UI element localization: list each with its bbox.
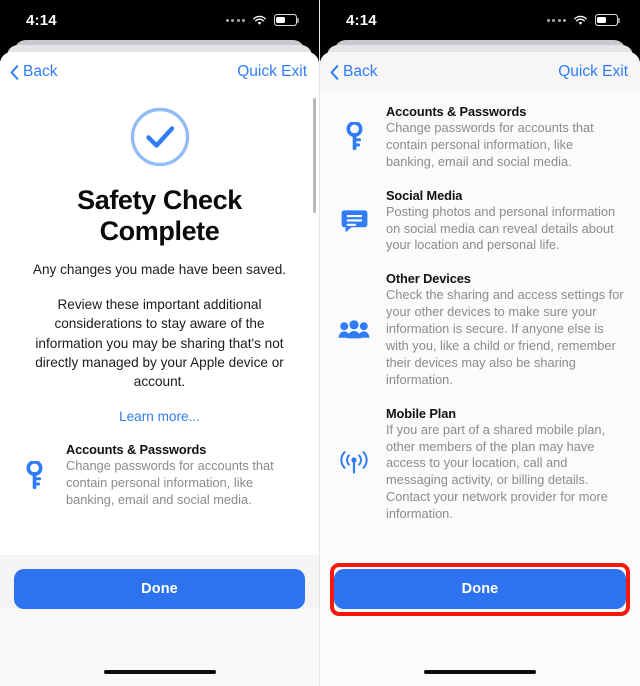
list-item-body: Posting photos and personal information … [386,203,616,253]
right-phone-panel: 4:14 Back Quick Exit Accounts & Password… [320,0,640,686]
chevron-left-icon [10,64,19,80]
key-icon [334,122,374,152]
subtitle-text: Any changes you made have been saved. [32,261,287,277]
done-button[interactable]: Done [14,569,305,609]
left-footer: Done [0,555,319,609]
back-button[interactable]: Back [10,63,57,81]
home-indicator[interactable] [103,669,216,674]
list-item-heading: Accounts & Passwords [66,442,207,458]
battery-icon [274,14,300,26]
list-item-text: Mobile Plan If you are part of a shared … [386,406,624,523]
list-item: Social Media Posting photos and personal… [334,188,624,255]
left-sheet: Back Quick Exit Safety Check Complete An… [0,52,319,686]
list-item-text: Accounts & Passwords Change passwords fo… [66,442,303,509]
page-title: Safety Check Complete [77,185,242,247]
battery-icon [595,14,621,26]
left-hero: Safety Check Complete Any changes you ma… [0,92,319,442]
list-item-body: If you are part of a shared mobile plan,… [386,421,608,522]
back-button[interactable]: Back [330,63,377,81]
back-label: Back [23,63,58,80]
left-info-list: Accounts & Passwords Change passwords fo… [0,442,319,509]
nav-bar-left: Back Quick Exit [0,52,319,92]
key-icon [14,460,54,491]
list-item: Accounts & Passwords Change passwords fo… [14,442,303,509]
home-indicator[interactable] [424,669,536,674]
signal-dots-icon [546,18,566,22]
scrollbar-indicator[interactable] [313,98,316,213]
quick-exit-button[interactable]: Quick Exit [237,63,307,81]
list-item-text: Social Media Posting photos and personal… [386,188,624,255]
screenshot-stage: 4:14 Back Quick Exit Safety Check Comple… [0,0,640,686]
wifi-icon [574,15,587,25]
status-indicators [225,14,300,26]
people-group-icon [334,320,374,340]
status-time: 4:14 [346,11,377,29]
broadcast-antenna-icon [334,451,374,477]
right-scroll-area[interactable]: Accounts & Passwords Change passwords fo… [320,92,640,555]
home-indicator-area-right [320,609,640,686]
list-item-heading: Accounts & Passwords [386,104,527,119]
list-item: Accounts & Passwords Change passwords fo… [334,104,624,171]
signal-dots-icon [225,18,245,22]
status-indicators [546,14,621,26]
quick-exit-button[interactable]: Quick Exit [558,63,628,81]
back-label: Back [343,63,378,80]
right-info-list: Accounts & Passwords Change passwords fo… [320,92,640,523]
list-item: Other Devices Check the sharing and acce… [334,271,624,388]
list-item-text: Accounts & Passwords Change passwords fo… [386,104,624,171]
home-indicator-area-left [0,609,319,686]
status-time: 4:14 [26,11,57,29]
status-bar-left: 4:14 [0,0,319,40]
list-item-body: Change passwords for accounts that conta… [66,458,274,508]
status-bar-right: 4:14 [320,0,640,40]
list-item-body: Change passwords for accounts that conta… [386,120,594,169]
check-circle-icon [130,107,189,167]
list-item-heading: Social Media [386,187,463,203]
learn-more-link[interactable]: Learn more... [119,409,200,424]
right-footer: Done [320,555,640,609]
done-button[interactable]: Done [334,569,626,609]
chevron-left-icon [330,64,339,80]
message-bubble-icon [334,209,374,234]
right-sheet: Back Quick Exit Accounts & Passwords Cha… [320,52,640,686]
nav-bar-right: Back Quick Exit [320,52,640,92]
left-scroll-area[interactable]: Safety Check Complete Any changes you ma… [0,92,319,555]
list-item-body: Check the sharing and access settings fo… [386,287,624,387]
wifi-icon [253,15,266,25]
left-phone-panel: 4:14 Back Quick Exit Safety Check Comple… [0,0,320,686]
list-item-text: Other Devices Check the sharing and acce… [386,271,624,388]
description-paragraph: Review these important additional consid… [35,296,284,390]
list-item: Mobile Plan If you are part of a shared … [334,406,624,523]
list-item-heading: Mobile Plan [386,405,457,421]
list-item-heading: Other Devices [386,271,471,287]
